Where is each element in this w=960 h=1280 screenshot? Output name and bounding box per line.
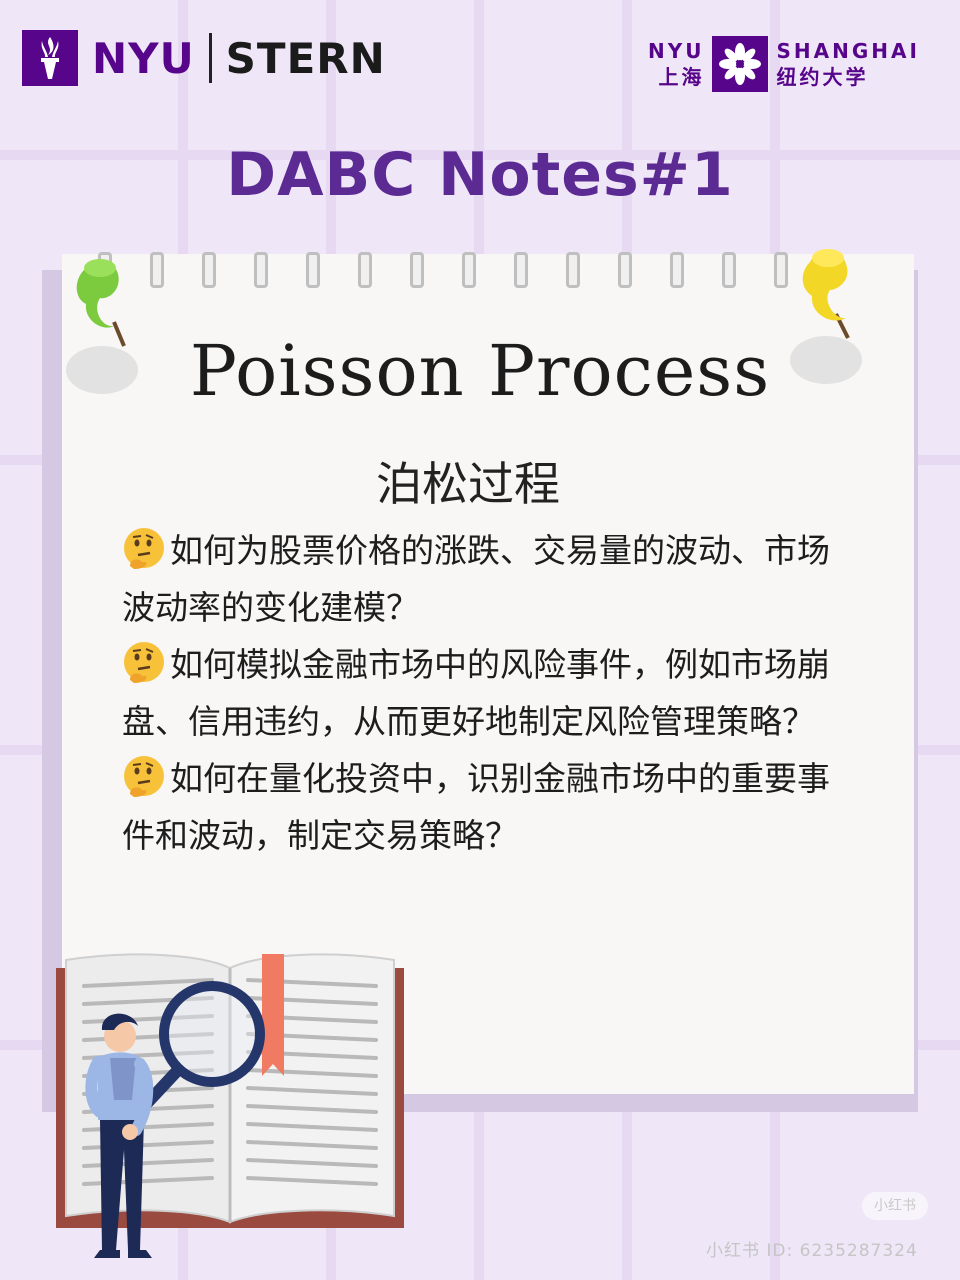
question-item: 如何模拟金融市场中的风险事件，例如市场崩盘、信用违约，从而更好地制定风险管理策略… xyxy=(122,636,862,750)
shanghai-logo-left: NYU 上海 xyxy=(648,38,704,90)
question-list: 如何为股票价格的涨跌、交易量的波动、市场波动率的变化建模？ 如何模拟金融市场中的… xyxy=(122,522,862,864)
shanghai-logo-university-zh: 纽约大学 xyxy=(776,65,869,89)
title-chinese: 泊松过程 xyxy=(376,457,560,511)
question-text: 如何模拟金融市场中的风险事件，例如市场崩盘、信用违约，从而更好地制定风险管理策略… xyxy=(122,645,830,741)
shanghai-logo-nyu: NYU xyxy=(648,39,705,63)
nyu-word: NYU xyxy=(92,33,195,83)
thinking-face-icon xyxy=(124,642,164,683)
stern-wordmark: NYU STERN xyxy=(92,33,386,83)
flower-icon xyxy=(712,36,769,92)
watermark-badge: 小红书 xyxy=(862,1192,928,1220)
question-item: 如何为股票价格的涨跌、交易量的波动、市场波动率的变化建模？ xyxy=(122,522,862,636)
stern-word: STERN xyxy=(225,33,386,83)
shanghai-logo-shanghai-zh: 上海 xyxy=(658,65,705,89)
thinking-face-icon xyxy=(124,528,164,569)
question-text: 如何在量化投资中，识别金融市场中的重要事件和波动，制定交易策略？ xyxy=(122,759,830,855)
logo-separator xyxy=(208,33,212,83)
shanghai-logo-right: SHANGHAI 纽约大学 xyxy=(776,38,919,90)
page-heading: DABC Notes#1 xyxy=(226,140,734,210)
shanghai-logo-shanghai-en: SHANGHAI xyxy=(776,39,920,63)
question-item: 如何在量化投资中，识别金融市场中的重要事件和波动，制定交易策略？ xyxy=(122,750,862,864)
torch-icon xyxy=(22,30,78,86)
watermark-id: 小红书 ID: 6235287324 xyxy=(706,1241,918,1261)
question-text: 如何为股票价格的涨跌、交易量的波动、市场波动率的变化建模？ xyxy=(122,531,830,627)
title-english: Poisson Process xyxy=(189,330,771,412)
nyu-stern-logo: NYU STERN xyxy=(22,30,386,86)
nyu-shanghai-logo: NYU 上海 SHANGHAI 纽约大学 xyxy=(648,36,920,92)
thinking-face-icon xyxy=(124,756,164,797)
book-magnifier-illustration xyxy=(56,953,404,1258)
